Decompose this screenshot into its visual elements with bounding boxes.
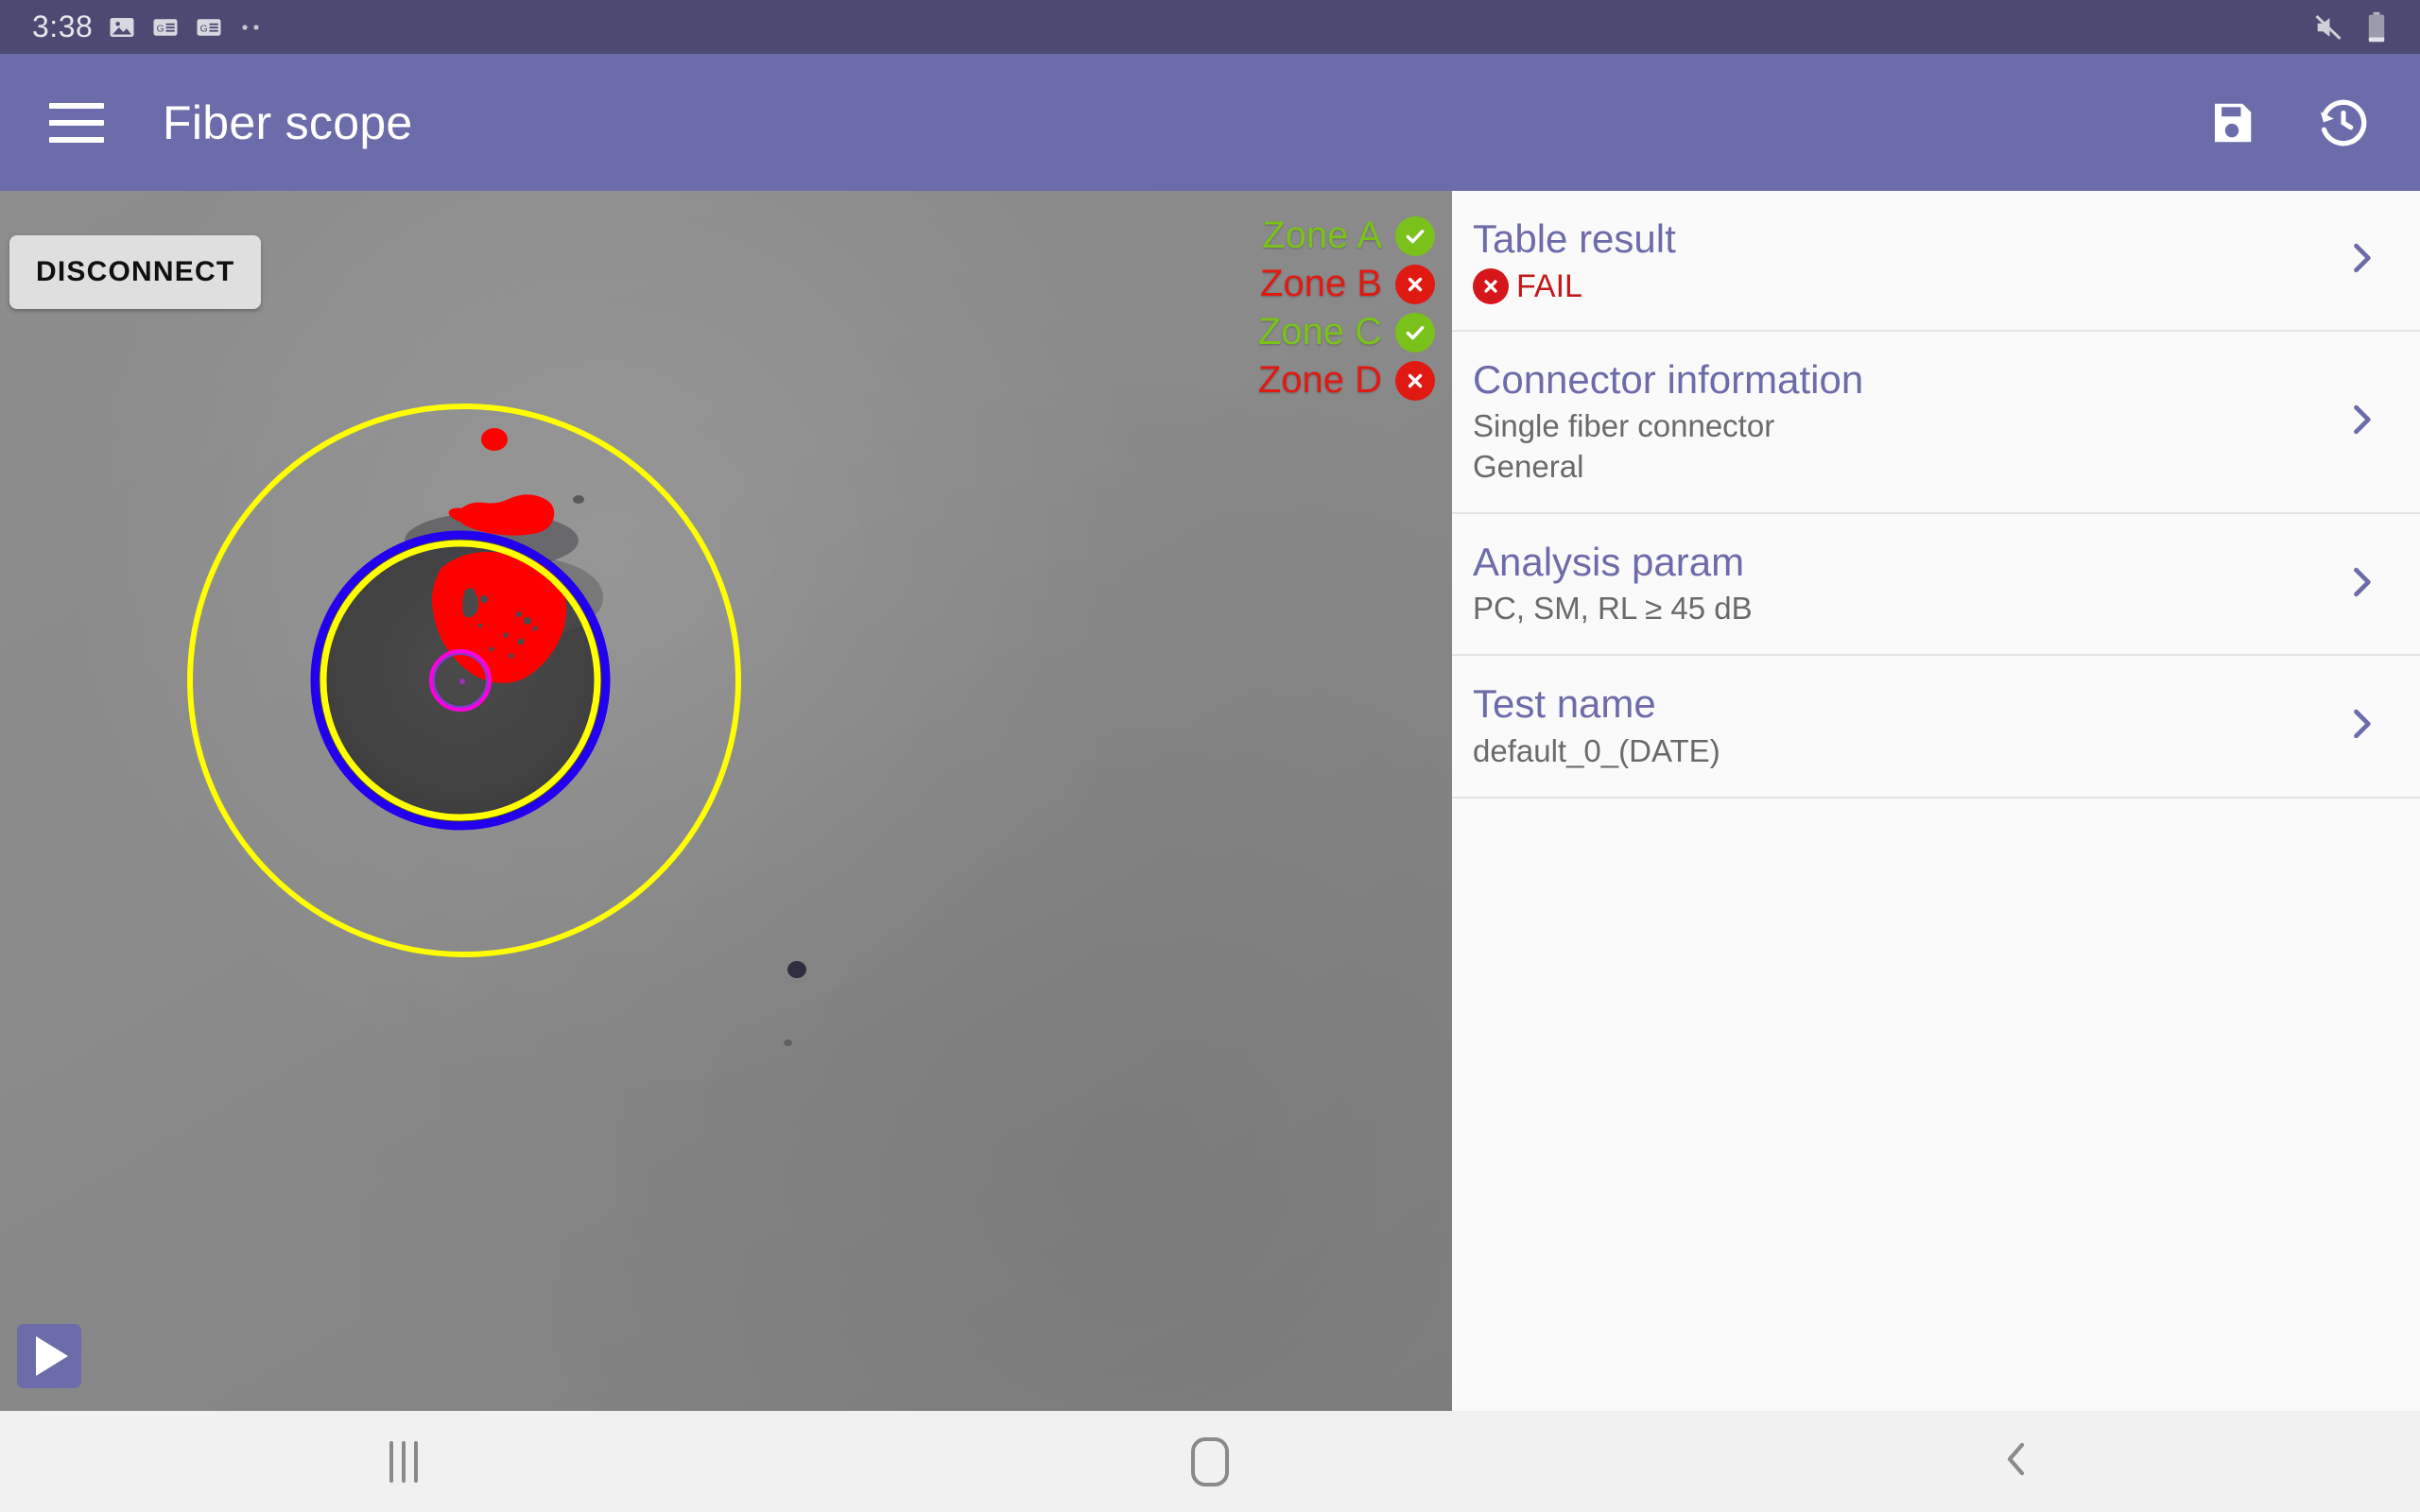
zone-label: Zone C xyxy=(1257,311,1382,352)
save-icon[interactable] xyxy=(2206,97,2257,148)
panel-item-test-name[interactable]: Test name default_0_(DATE) xyxy=(1452,656,2420,799)
chevron-right-icon[interactable] xyxy=(2341,561,2382,608)
battery-icon xyxy=(2365,11,2388,43)
fiber-overlay xyxy=(187,404,741,957)
panel-item-title: Test name xyxy=(1473,681,1656,727)
zone-fail-badge xyxy=(1395,360,1435,401)
fiber-scope-view[interactable]: DISCONNECT Zone A Zone B Zone C Zone D xyxy=(0,191,1452,1411)
image-icon xyxy=(108,13,136,42)
panel-item-subtitle-1: Single fiber connector xyxy=(1473,408,1775,444)
chevron-right-icon[interactable] xyxy=(2341,399,2382,445)
recents-icon xyxy=(389,1440,418,1483)
more-dots-icon xyxy=(238,22,265,33)
hamburger-menu-icon[interactable] xyxy=(49,102,104,143)
status-bar-right xyxy=(2312,11,2388,43)
disconnect-button[interactable]: DISCONNECT xyxy=(9,235,262,309)
home-icon xyxy=(1190,1436,1229,1486)
zone-row: Zone C xyxy=(1258,311,1435,353)
recents-button[interactable] xyxy=(0,1411,806,1512)
google-news-icon-2: G xyxy=(195,13,223,42)
chevron-right-icon[interactable] xyxy=(2341,703,2382,749)
zone-label: Zone B xyxy=(1260,263,1382,304)
panel-item-subtitle-2: General xyxy=(1473,448,1584,484)
chevron-right-icon[interactable] xyxy=(2341,237,2382,284)
panel-item-texts: Analysis param PC, SM, RL ≥ 45 dB xyxy=(1473,539,2325,629)
svg-text:G: G xyxy=(200,23,208,34)
zone-row: Zone B xyxy=(1260,263,1435,305)
back-icon xyxy=(1994,1436,2039,1486)
panel-item-title: Table result xyxy=(1473,216,1676,261)
zone-fail-badge xyxy=(1395,264,1435,304)
details-panel: Table result FAIL Connector information … xyxy=(1452,191,2420,1411)
back-button[interactable] xyxy=(1614,1411,2420,1512)
svg-text:G: G xyxy=(157,23,164,34)
play-button[interactable] xyxy=(17,1324,81,1388)
panel-item-analysis-param[interactable]: Analysis param PC, SM, RL ≥ 45 dB xyxy=(1452,513,2420,657)
app-bar-actions xyxy=(2206,95,2371,150)
app-bar: Fiber scope xyxy=(0,54,2420,191)
image-speck xyxy=(787,961,806,978)
main-content: DISCONNECT Zone A Zone B Zone C Zone D T… xyxy=(0,191,2420,1411)
home-button[interactable] xyxy=(806,1411,1613,1512)
zone-status-list: Zone A Zone B Zone C Zone D xyxy=(1258,215,1435,402)
zone-row: Zone D xyxy=(1258,359,1435,402)
panel-item-texts: Table result FAIL xyxy=(1473,215,2325,305)
status-time: 3:38 xyxy=(32,9,94,43)
panel-item-subtitle-1: PC, SM, RL ≥ 45 dB xyxy=(1473,591,1753,627)
panel-item-title: Analysis param xyxy=(1473,539,1745,584)
mute-icon xyxy=(2312,11,2344,43)
panel-item-subtitle-1: default_0_(DATE) xyxy=(1473,732,1720,768)
panel-item-texts: Connector information Single fiber conne… xyxy=(1473,356,2325,488)
status-bar: 3:38 G G xyxy=(0,0,2420,54)
panel-item-texts: Test name default_0_(DATE) xyxy=(1473,680,2325,771)
zone-pass-badge xyxy=(1395,312,1435,352)
result-text: FAIL xyxy=(1516,267,1582,304)
history-icon[interactable] xyxy=(2316,95,2371,150)
image-speck-2 xyxy=(573,495,584,504)
page-title: Fiber scope xyxy=(163,95,413,149)
image-speck-3 xyxy=(784,1040,792,1046)
zone-label: Zone D xyxy=(1257,359,1382,401)
fail-icon xyxy=(1473,268,1509,305)
panel-item-title: Connector information xyxy=(1473,356,1864,402)
status-badge: FAIL xyxy=(1473,268,2325,305)
google-news-icon: G xyxy=(151,13,180,42)
panel-item-table-result[interactable]: Table result FAIL xyxy=(1452,191,2420,332)
app-root: 3:38 G G Fiber scope DISCONNECT Zone A Z… xyxy=(0,0,2420,1512)
zone-label: Zone A xyxy=(1262,215,1382,256)
zone-pass-badge xyxy=(1395,215,1435,256)
zone-row: Zone A xyxy=(1262,215,1435,257)
panel-item-connector-information[interactable]: Connector information Single fiber conne… xyxy=(1452,331,2420,514)
android-nav-bar xyxy=(0,1411,2420,1512)
status-bar-left: 3:38 G G xyxy=(32,9,265,44)
play-icon xyxy=(36,1336,68,1376)
